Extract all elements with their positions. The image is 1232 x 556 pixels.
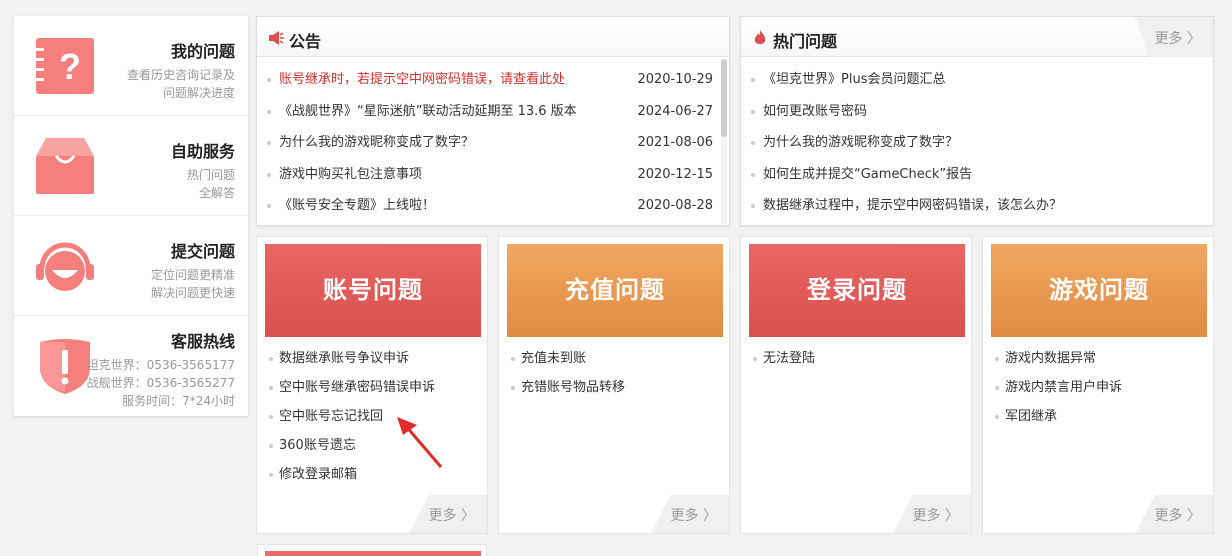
notice-date: 2020-08-28 bbox=[637, 198, 713, 213]
category-banner[interactable]: 充值问题 bbox=[507, 244, 723, 337]
hot-item[interactable]: 如何生成并提交“GameCheck”报告 bbox=[741, 159, 1213, 191]
notice-text: 《战舰世界》“星际迷航”联动活动延期至 13.6 版本 bbox=[279, 103, 577, 119]
inbox-tray-icon bbox=[36, 138, 94, 194]
notice-date: 2020-10-29 bbox=[637, 72, 713, 87]
category-more-button[interactable]: 更多 〉 bbox=[1135, 495, 1213, 533]
hotline-tank: 坦克世界：0536-3565177 bbox=[86, 358, 235, 372]
desc-line: 解决问题更快速 bbox=[150, 286, 235, 300]
more-label: 更多 〉 bbox=[670, 508, 717, 524]
hot-list: 《坦克世界》Plus会员问题汇总 如何更改账号密码 为什么我的游戏昵称变成了数字… bbox=[741, 57, 1213, 222]
hot-title: 热门问题 bbox=[773, 32, 838, 51]
notice-date: 2024-06-27 bbox=[637, 103, 713, 119]
category-item[interactable]: 数据继承账号争议申诉 bbox=[257, 344, 487, 373]
notice-title: 公告 bbox=[289, 32, 322, 51]
flame-icon bbox=[754, 30, 766, 44]
hot-item[interactable]: 为什么我的游戏昵称变成了数字？ bbox=[741, 127, 1213, 159]
category-item[interactable]: 游戏内数据异常 bbox=[983, 344, 1213, 373]
more-label: 更多 〉 bbox=[428, 508, 475, 524]
category-list: 数据继承账号争议申诉 空中账号继承密码错误申诉 空中账号忘记找回 360账号遗忘… bbox=[257, 344, 487, 489]
annotation-arrow-icon bbox=[397, 417, 443, 468]
more-label: 更多 〉 bbox=[1154, 31, 1201, 47]
category-list: 无法登陆 bbox=[741, 344, 971, 373]
category-more-button[interactable]: 更多 〉 bbox=[409, 495, 487, 533]
sidebar-item-title: 自助服务 bbox=[170, 142, 235, 161]
notice-date: 2020-12-15 bbox=[637, 166, 713, 182]
desc-line: 热门问题 bbox=[186, 168, 235, 182]
notice-text: 为什么我的游戏昵称变成了数字？ bbox=[279, 135, 475, 150]
sidebar-item-self-service[interactable]: 自助服务 热门问题 全解答 bbox=[14, 116, 248, 216]
hot-item[interactable]: 如何更改账号密码 bbox=[741, 96, 1213, 128]
notice-text: 《账号安全专题》上线啦！ bbox=[279, 198, 436, 213]
hot-questions-panel: 热门问题 更多 〉 《坦克世界》Plus会员问题汇总 如何更改账号密码 为什么我… bbox=[740, 16, 1214, 226]
notice-item[interactable]: 《战舰世界》“星际迷航”联动活动延期至 13.6 版本 2024-06-27 bbox=[257, 96, 729, 128]
category-list: 游戏内数据异常 游戏内禁言用户申诉 军团继承 bbox=[983, 344, 1213, 431]
service-hours: 服务时间：7*24小时 bbox=[122, 394, 235, 408]
notice-text: 账号继承时，若提示空中网密码错误，请查看此处 bbox=[279, 72, 566, 87]
hot-header: 热门问题 更多 〉 bbox=[741, 17, 1213, 57]
hotline-warships: 战舰世界：0536-3565277 bbox=[86, 376, 235, 390]
notice-header: 公告 bbox=[257, 17, 729, 57]
category-account: 账号问题 数据继承账号争议申诉 空中账号继承密码错误申诉 空中账号忘记找回 36… bbox=[256, 236, 488, 534]
sidebar-item-submit-question[interactable]: 提交问题 定位问题更精准 解决问题更快速 bbox=[14, 216, 248, 316]
sidebar-item-hotline: 客服热线 坦克世界：0536-3565177 战舰世界：0536-3565277… bbox=[14, 316, 248, 416]
notice-scrollbar[interactable] bbox=[721, 59, 727, 224]
category-banner[interactable]: 账号问题 bbox=[265, 244, 481, 337]
category-item[interactable]: 军团继承 bbox=[983, 402, 1213, 431]
category-login: 登录问题 无法登陆 更多 〉 bbox=[740, 236, 972, 534]
desc-line: 查看历史咨询记录及 bbox=[126, 68, 235, 82]
notice-text: 游戏中购买礼包注意事项 bbox=[279, 166, 423, 182]
question-doc-icon: ? bbox=[34, 38, 94, 94]
notice-date: 2021-08-06 bbox=[637, 135, 713, 150]
desc-line: 全解答 bbox=[198, 186, 235, 200]
hot-item[interactable]: 《坦克世界》Plus会员问题汇总 bbox=[741, 64, 1213, 96]
more-label: 更多 〉 bbox=[912, 508, 959, 524]
sidebar-item-my-questions[interactable]: ? 我的问题 查看历史咨询记录及 问题解决进度 bbox=[14, 16, 248, 116]
headset-icon bbox=[36, 242, 94, 291]
category-recharge: 充值问题 充值未到账 充错账号物品转移 更多 〉 bbox=[498, 236, 730, 534]
category-banner[interactable]: 登录问题 bbox=[749, 244, 965, 337]
next-category-banner bbox=[265, 551, 481, 556]
svg-text:?: ? bbox=[59, 46, 81, 87]
category-item[interactable]: 修改登录邮箱 bbox=[257, 460, 487, 489]
more-label: 更多 〉 bbox=[1154, 508, 1201, 524]
hot-item[interactable]: 数据继承过程中，提示空中网密码错误，该怎么办？ bbox=[741, 190, 1213, 222]
hotline-info: 坦克世界：0536-3565177 战舰世界：0536-3565277 服务时间… bbox=[87, 356, 235, 410]
notice-item[interactable]: 《账号安全专题》上线啦！ 2020-08-28 bbox=[257, 190, 729, 222]
sidebar-item-title: 客服热线 bbox=[170, 332, 235, 351]
category-item[interactable]: 充值未到账 bbox=[499, 344, 729, 373]
category-item[interactable]: 空中账号忘记找回 bbox=[257, 402, 487, 431]
scrollbar-thumb[interactable] bbox=[721, 59, 727, 137]
next-category-card bbox=[257, 544, 487, 556]
megaphone-icon bbox=[269, 31, 284, 45]
sidebar: ? 我的问题 查看历史咨询记录及 问题解决进度 自助服务 热门问题 全解答 提交… bbox=[14, 16, 248, 416]
sidebar-item-desc: 热门问题 全解答 bbox=[187, 166, 235, 202]
notice-list: 账号继承时，若提示空中网密码错误，请查看此处 2020-10-29 《战舰世界》“… bbox=[257, 57, 729, 222]
desc-line: 定位问题更精准 bbox=[150, 268, 235, 282]
notice-item[interactable]: 账号继承时，若提示空中网密码错误，请查看此处 2020-10-29 bbox=[257, 64, 729, 96]
hot-more-button[interactable]: 更多 〉 bbox=[1135, 17, 1213, 57]
category-item[interactable]: 游戏内禁言用户申诉 bbox=[983, 373, 1213, 402]
desc-line: 问题解决进度 bbox=[162, 86, 235, 100]
sidebar-item-title: 提交问题 bbox=[170, 242, 235, 261]
category-item[interactable]: 360账号遗忘 bbox=[257, 431, 487, 460]
sidebar-item-desc: 查看历史咨询记录及 问题解决进度 bbox=[127, 66, 235, 102]
category-more-button[interactable]: 更多 〉 bbox=[893, 495, 971, 533]
category-item[interactable]: 充错账号物品转移 bbox=[499, 373, 729, 402]
notice-item[interactable]: 为什么我的游戏昵称变成了数字？ 2021-08-06 bbox=[257, 127, 729, 159]
sidebar-item-title: 我的问题 bbox=[170, 42, 235, 61]
sidebar-item-desc: 定位问题更精准 解决问题更快速 bbox=[151, 266, 235, 302]
category-item[interactable]: 无法登陆 bbox=[741, 344, 971, 373]
category-banner[interactable]: 游戏问题 bbox=[991, 244, 1207, 337]
notice-panel: 公告 账号继承时，若提示空中网密码错误，请查看此处 2020-10-29 《战舰世… bbox=[256, 16, 730, 226]
category-game: 游戏问题 游戏内数据异常 游戏内禁言用户申诉 军团继承 更多 〉 bbox=[982, 236, 1214, 534]
category-list: 充值未到账 充错账号物品转移 bbox=[499, 344, 729, 402]
category-more-button[interactable]: 更多 〉 bbox=[651, 495, 729, 533]
category-item[interactable]: 空中账号继承密码错误申诉 bbox=[257, 373, 487, 402]
notice-item[interactable]: 游戏中购买礼包注意事项 2020-12-15 bbox=[257, 159, 729, 191]
